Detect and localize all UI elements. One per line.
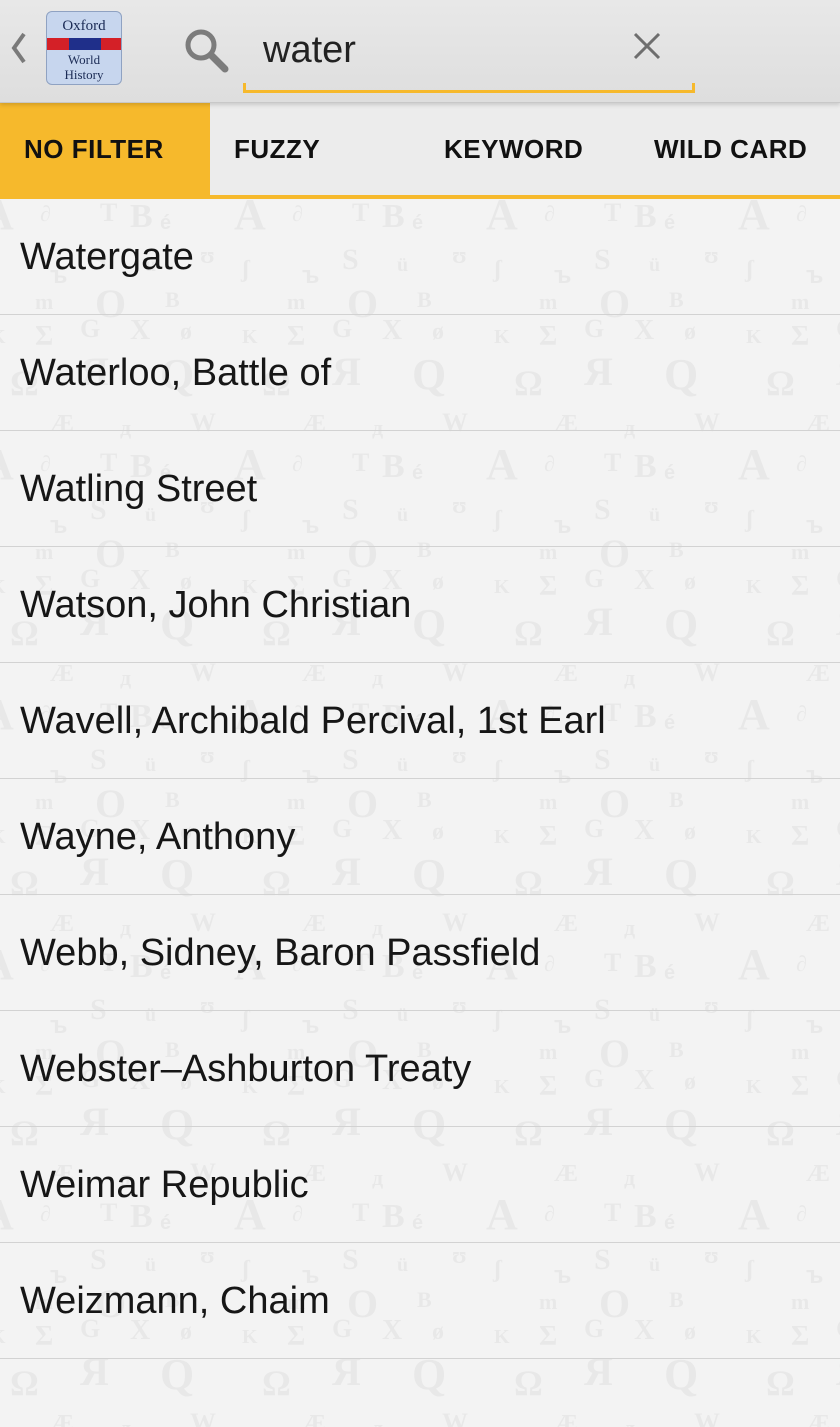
filter-tabs: NO FILTER FUZZY KEYWORD WILD CARD: [0, 103, 840, 199]
list-item-label: Waterloo, Battle of: [20, 352, 332, 394]
list-item[interactable]: Weizmann, Chaim: [0, 1243, 840, 1359]
watermark-glyph: W: [442, 1408, 468, 1427]
list-item[interactable]: Waterloo, Battle of: [0, 315, 840, 431]
list-item-label: Webb, Sidney, Baron Passfield: [20, 932, 541, 974]
list-item[interactable]: Webb, Sidney, Baron Passfield: [0, 895, 840, 1011]
search-input[interactable]: [263, 24, 603, 76]
tab-label: NO FILTER: [24, 134, 164, 164]
list-item-label: Wavell, Archibald Percival, 1st Earl: [20, 700, 606, 742]
watermark-glyph: Æ: [50, 1411, 74, 1427]
tab-no-filter[interactable]: NO FILTER: [0, 103, 210, 195]
list-item[interactable]: Wavell, Archibald Percival, 1st Earl: [0, 663, 840, 779]
list-item-label: Weizmann, Chaim: [20, 1280, 330, 1322]
list-item-label: Watson, John Christian: [20, 584, 412, 626]
tab-label: FUZZY: [234, 134, 321, 164]
list-item[interactable]: Watling Street: [0, 431, 840, 547]
watermark-glyph: д: [372, 1415, 383, 1427]
logo-stripe: [47, 38, 121, 50]
list-item[interactable]: Webster–Ashburton Treaty: [0, 1011, 840, 1127]
close-icon[interactable]: [632, 31, 662, 61]
watermark-glyph: Æ: [554, 1411, 578, 1427]
watermark-glyph: Æ: [302, 1411, 326, 1427]
app-logo[interactable]: Oxford World History: [46, 11, 122, 85]
tab-label: KEYWORD: [444, 134, 584, 164]
action-bar: Oxford World History: [0, 0, 840, 103]
watermark-glyph: W: [694, 1408, 720, 1427]
watermark-glyph: Ω: [10, 1363, 39, 1403]
watermark-glyph: Ω: [766, 1363, 795, 1403]
tab-wild-card[interactable]: WILD CARD: [620, 103, 840, 195]
search-field[interactable]: [243, 18, 695, 93]
list-item[interactable]: Wayne, Anthony: [0, 779, 840, 895]
list-item[interactable]: Watergate: [0, 199, 840, 315]
chevron-left-icon[interactable]: [8, 30, 30, 66]
list-item-label: Watling Street: [20, 468, 258, 510]
watermark-glyph: д: [624, 1415, 635, 1427]
tab-keyword[interactable]: KEYWORD: [410, 103, 620, 195]
watermark-glyph: W: [190, 1408, 216, 1427]
watermark-glyph: Æ: [806, 1411, 830, 1427]
logo-text-history: History: [64, 67, 104, 82]
list-item-label: Watergate: [20, 236, 194, 278]
watermark-glyph: Ω: [514, 1363, 543, 1403]
list-item-label: Webster–Ashburton Treaty: [20, 1048, 472, 1090]
logo-text-oxford: Oxford: [62, 18, 106, 34]
tab-label: WILD CARD: [654, 134, 808, 164]
results-list[interactable]: A∂TBéʃъSüʊmOBKΣGXøΩЯQÆдWA∂TBéʃъSüʊmOBKΣG…: [0, 199, 840, 1427]
watermark-glyph: Ω: [262, 1363, 291, 1403]
search-icon[interactable]: [182, 26, 230, 74]
tab-fuzzy[interactable]: FUZZY: [210, 103, 410, 195]
list-item-label: Wayne, Anthony: [20, 816, 296, 858]
list-item[interactable]: Weimar Republic: [0, 1127, 840, 1243]
watermark-glyph: д: [120, 1415, 131, 1427]
logo-text-world: World: [67, 52, 101, 67]
list-item[interactable]: Watson, John Christian: [0, 547, 840, 663]
list-item-label: Weimar Republic: [20, 1164, 309, 1206]
